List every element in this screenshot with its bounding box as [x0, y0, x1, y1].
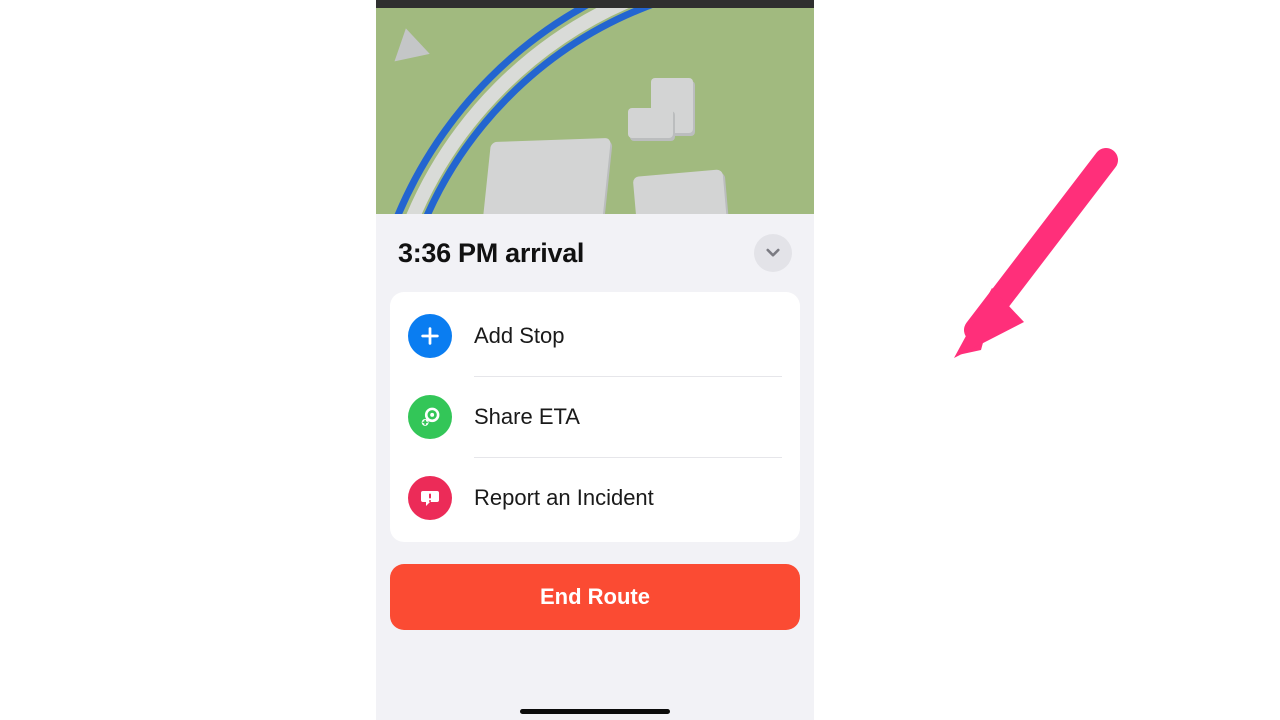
route-actions-card: Add Stop Share ETA: [390, 292, 800, 542]
end-route-label: End Route: [540, 584, 650, 609]
status-bar: [376, 0, 814, 8]
add-stop-label: Add Stop: [474, 323, 565, 349]
end-route-button[interactable]: End Route: [390, 564, 800, 630]
collapse-sheet-button[interactable]: [754, 234, 792, 272]
plus-icon: [408, 314, 452, 358]
add-stop-button[interactable]: Add Stop: [390, 296, 800, 376]
phone-frame: 3:36 PM arrival Add Stop: [376, 0, 814, 720]
share-eta-icon: [408, 395, 452, 439]
speech-alert-icon: [408, 476, 452, 520]
sheet-header: 3:36 PM arrival: [376, 214, 814, 286]
share-eta-label: Share ETA: [474, 404, 580, 430]
map-dim-overlay: [376, 8, 814, 214]
report-incident-button[interactable]: Report an Incident: [390, 458, 800, 538]
home-indicator[interactable]: [520, 709, 670, 714]
route-bottom-sheet: 3:36 PM arrival Add Stop: [376, 214, 814, 720]
chevron-down-icon: [764, 244, 782, 262]
annotation-arrow: [906, 140, 1156, 390]
map-view[interactable]: [376, 8, 814, 214]
arrival-time-label: 3:36 PM arrival: [398, 238, 584, 269]
share-eta-button[interactable]: Share ETA: [390, 377, 800, 457]
report-incident-label: Report an Incident: [474, 485, 654, 511]
